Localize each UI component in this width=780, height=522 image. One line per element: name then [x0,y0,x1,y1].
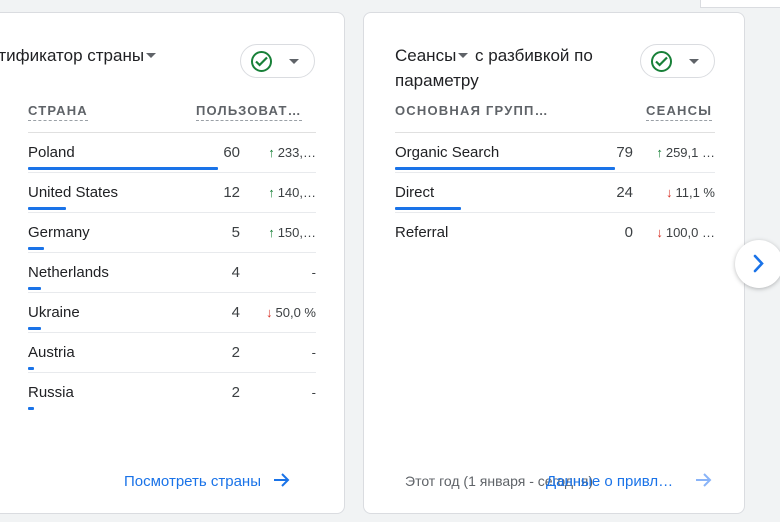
row-change-text: - [311,385,316,400]
row-share-bar [28,247,44,250]
check-circle-icon [651,51,672,72]
arrow-up-icon: ↑ [268,185,275,200]
column-header-users[interactable]: ПОЛЬЗОВАТ… [196,103,302,121]
table-row[interactable]: Referral 0 ↓ 100,0 … [395,213,715,253]
row-change: ↑ 150,… [268,225,316,240]
arrow-right-icon [274,473,290,487]
row-label: Germany [28,224,90,241]
row-label: Netherlands [28,264,109,281]
row-share-bar [28,407,35,410]
column-header-channel-group[interactable]: ОСНОВНАЯ ГРУПП… [395,103,549,118]
view-countries-link[interactable]: Посмотреть страны [124,473,291,490]
row-share-bar [395,207,461,210]
row-value: 79 [616,144,633,161]
arrow-down-icon: ↓ [665,185,673,200]
row-label: United States [28,184,119,201]
row-change: - [312,385,316,400]
row-value: 24 [616,184,633,201]
column-header-country-text: СТРАНА [28,103,88,121]
row-change-text: 50,0 % [275,305,316,320]
table-row[interactable]: Russia 2 - [28,373,316,413]
row-label: Referral [395,224,449,241]
sessions-card: Сеансы с разбивкой по параметру ОСНОВНАЯ… [363,12,745,514]
row-label: Organic Search [395,144,500,161]
table-row[interactable]: Direct 24 ↓ 11,1 % [395,173,715,213]
chevron-right-icon [753,254,764,273]
table-row[interactable]: Organic Search 79 ↑ 259,1 … [395,133,715,173]
column-header-sessions[interactable]: СЕАНСЫ [646,103,713,121]
row-share-bar [28,167,218,170]
row-share-bar [28,287,41,290]
countries-card: нтификатор страны СТРАНА ПОЛЬЗОВАТ… Pola… [0,12,345,514]
row-change: ↑ 259,1 … [656,145,715,160]
row-value: 60 [223,144,240,161]
table-row[interactable]: Ukraine 4 ↓ 50,0 % [28,293,316,333]
row-value: 0 [624,224,633,241]
top-divider [700,0,780,8]
row-value: 2 [231,384,240,401]
row-share-bar [395,167,615,170]
column-header-sessions-text: СЕАНСЫ [646,103,713,121]
column-header-users-text: ПОЛЬЗОВАТ… [196,103,302,121]
next-cards-button[interactable] [735,240,780,288]
row-share-bar [28,367,35,370]
arrow-up-icon: ↑ [268,225,275,240]
row-change-text: - [311,345,316,360]
row-value: 5 [231,224,240,241]
row-change-text: 11,1 % [675,185,715,200]
row-change: ↓ 50,0 % [266,305,316,320]
row-share-bar [28,327,41,330]
arrow-up-icon: ↑ [268,145,275,160]
arrow-up-icon: ↑ [656,145,663,160]
row-value: 4 [231,264,240,281]
row-change-text: 140,… [277,185,316,200]
arrow-down-icon: ↓ [656,225,663,240]
row-change: ↓ 11,1 % [666,185,715,200]
table-row[interactable]: Germany 5 ↑ 150,… [28,213,316,253]
acquisition-data-link-text: Данные о привл… [546,473,674,490]
row-change: ↑ 140,… [268,185,316,200]
row-label: Direct [395,184,435,201]
row-change-text: 259,1 … [665,145,715,160]
comparison-toggle-button[interactable] [240,44,315,78]
sessions-card-title[interactable]: Сеансы с разбивкой по параметру [395,43,635,93]
acquisition-data-link[interactable]: Данные о привл… [546,473,713,490]
row-change-text: 233,… [277,145,316,160]
metric-dropdown-icon[interactable] [458,52,469,58]
row-label: Austria [28,344,75,361]
check-circle-icon [251,51,272,72]
row-label: Poland [28,144,75,161]
countries-card-title[interactable]: нтификатор страны [0,43,158,68]
column-header-country[interactable]: СТРАНА [28,103,88,121]
row-change: ↓ 100,0 … [656,225,715,240]
chevron-down-icon [289,59,299,64]
arrow-down-icon: ↓ [266,305,273,320]
chevron-down-icon [689,59,699,64]
row-value: 4 [231,304,240,321]
row-change: - [312,345,316,360]
column-header-channel-group-text: ОСНОВНАЯ ГРУПП… [395,103,549,118]
table-row[interactable]: Poland 60 ↑ 233,… [28,133,316,173]
countries-card-title-text: нтификатор страны [0,46,145,65]
table-row[interactable]: Netherlands 4 - [28,253,316,293]
row-change-text: - [311,265,316,280]
row-label: Russia [28,384,74,401]
row-change: ↑ 233,… [268,145,316,160]
row-share-bar [28,207,66,210]
dimension-dropdown-icon[interactable] [146,52,157,58]
table-row[interactable]: United States 12 ↑ 140,… [28,173,316,213]
arrow-right-icon [696,473,712,487]
row-value: 12 [223,184,240,201]
comparison-toggle-button[interactable] [640,44,715,78]
row-change-text: 150,… [277,225,316,240]
view-countries-link-text: Посмотреть страны [124,473,261,490]
row-label: Ukraine [28,304,80,321]
row-change-text: 100,0 … [665,225,715,240]
sessions-metric-label: Сеансы [395,46,457,65]
row-change: - [312,265,316,280]
row-value: 2 [231,344,240,361]
table-row[interactable]: Austria 2 - [28,333,316,373]
